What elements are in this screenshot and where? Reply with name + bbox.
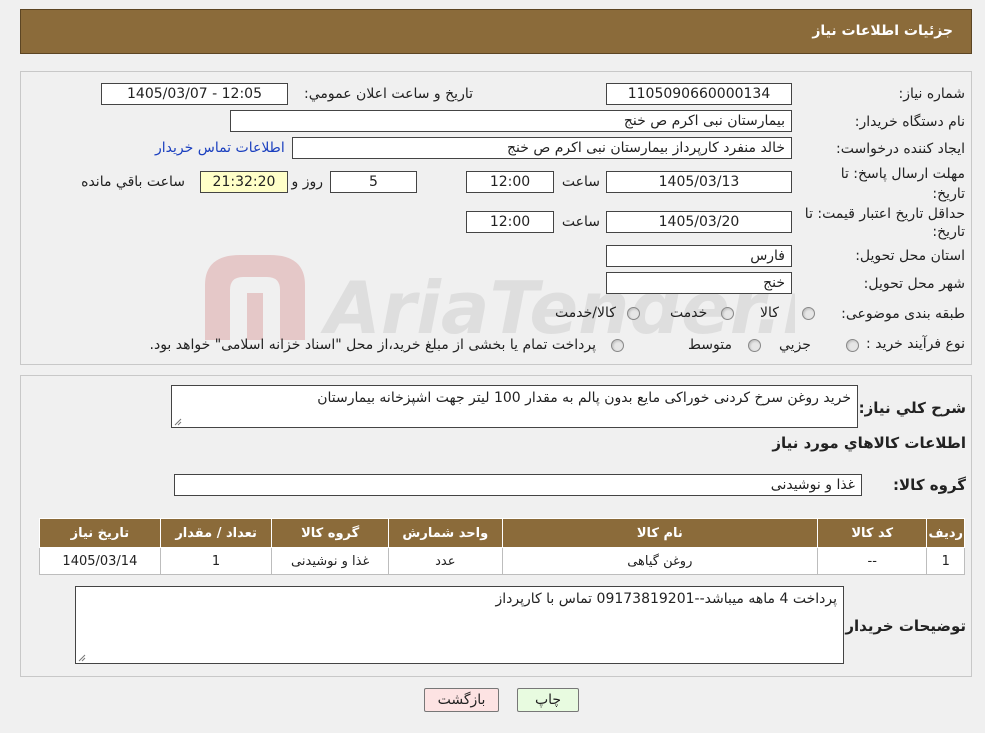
city-label: شهر محل تحويل: xyxy=(863,276,965,292)
province-label: استان محل تحويل: xyxy=(855,248,965,264)
price-validity-time-field: 12:00 xyxy=(466,211,554,233)
category-radio-service[interactable] xyxy=(721,307,734,320)
deadline-label: مهلت ارسال پاسخ: تا تاريخ: xyxy=(840,166,965,202)
cell-goods-code: -- xyxy=(816,547,928,575)
col-unit: واحد شمارش xyxy=(387,518,503,548)
buyer-notes-text: پرداخت 4 ماهه میباشد--09173819201 تماس ب… xyxy=(495,591,837,607)
requester-field: خالد منفرد کارپرداز بیمارستان نبی اکرم ص… xyxy=(292,137,792,159)
col-quantity: تعداد / مقدار xyxy=(159,518,273,548)
summary-textarea[interactable]: خرید روغن سرخ کردنی خوراکی مایع بدون پال… xyxy=(171,385,858,428)
print-button[interactable]: چاپ xyxy=(517,688,579,712)
category-label: طبقه بندی موضوعی: xyxy=(841,306,965,322)
process-radio-minor[interactable] xyxy=(846,339,859,352)
cell-goods-group: غذا و نوشیدنی xyxy=(271,547,389,575)
category-option-service: خدمت xyxy=(670,305,708,321)
treasury-payment-note: پرداخت تمام يا بخشی از مبلغ خريد،از محل … xyxy=(149,337,596,353)
category-option-goods-service: کالا/خدمت xyxy=(555,305,616,321)
col-goods-code: كد كالا xyxy=(816,518,928,548)
buyer-notes-label: توضيحات خريدار: xyxy=(839,617,966,635)
days-field: 5 xyxy=(330,171,417,193)
col-row-number: رديف xyxy=(926,518,965,548)
process-option-minor: جزيي xyxy=(779,337,811,353)
col-need-date: تاريخ نياز xyxy=(39,518,161,548)
days-label: روز و xyxy=(291,174,324,190)
cell-goods-name: روغن گیاهی xyxy=(501,547,818,575)
announce-datetime-field: 1405/03/07 - 12:05 xyxy=(101,83,288,105)
category-radio-goods-service[interactable] xyxy=(627,307,640,320)
announce-datetime-label: تاريخ و ساعت اعلان عمومي: xyxy=(304,86,473,102)
province-field: فارس xyxy=(606,245,792,267)
need-number-field: 1105090660000134 xyxy=(606,83,792,105)
col-goods-name: نام كالا xyxy=(501,518,818,548)
goods-group-field: غذا و نوشیدنی xyxy=(174,474,862,496)
cell-quantity: 1 xyxy=(159,547,273,575)
buyer-org-field: بیمارستان نبی اکرم ص خنج xyxy=(230,110,792,132)
deadline-time-field: 12:00 xyxy=(466,171,554,193)
price-validity-time-label: ساعت xyxy=(561,214,600,230)
col-goods-group: گروه كالا xyxy=(271,518,389,548)
page-title: جزئیات اطلاعات نیاز xyxy=(812,23,953,39)
cell-unit: عدد xyxy=(387,547,503,575)
remaining-time-label: ساعت باقي مانده xyxy=(81,174,185,190)
goods-group-label: گروه كالا: xyxy=(893,476,966,494)
goods-table: رديف كد كالا نام كالا واحد شمارش گروه كا… xyxy=(39,518,965,575)
cell-row-number: 1 xyxy=(926,547,965,575)
need-number-label: شماره نیاز: xyxy=(898,86,966,102)
summary-text: خرید روغن سرخ کردنی خوراکی مایع بدون پال… xyxy=(317,390,851,406)
remaining-time-field: 21:32:20 xyxy=(200,171,288,193)
buyer-contact-link[interactable]: اطلاعات تماس خريدار xyxy=(155,140,285,156)
deadline-date-field: 1405/03/13 xyxy=(606,171,792,193)
goods-table-header-row: رديف كد كالا نام كالا واحد شمارش گروه كا… xyxy=(39,518,965,548)
resize-grip-icon[interactable] xyxy=(174,418,182,426)
price-validity-date-field: 1405/03/20 xyxy=(606,211,792,233)
process-radio-medium[interactable] xyxy=(748,339,761,352)
goods-info-title: اطلاعات كالاهاي مورد نياز xyxy=(772,434,966,452)
treasury-payment-radio[interactable] xyxy=(611,339,624,352)
deadline-time-label: ساعت xyxy=(561,174,600,190)
buyer-org-label: نام دستگاه خريدار: xyxy=(854,114,965,130)
category-option-goods: کالا xyxy=(760,305,779,321)
resize-grip-icon[interactable] xyxy=(78,654,86,662)
buyer-notes-textarea[interactable]: پرداخت 4 ماهه میباشد--09173819201 تماس ب… xyxy=(75,586,844,664)
category-radio-goods[interactable] xyxy=(802,307,815,320)
requester-label: ايجاد كننده درخواست: xyxy=(836,141,965,157)
price-validity-label: حداقل تاريخ اعتبار قيمت: تا تاريخ: xyxy=(804,206,965,240)
city-field: خنج xyxy=(606,272,792,294)
process-option-medium: متوسط xyxy=(688,337,732,353)
back-button[interactable]: بازگشت xyxy=(424,688,499,712)
table-row: 1 -- روغن گیاهی عدد غذا و نوشیدنی 1 1405… xyxy=(39,547,965,575)
process-type-label: نوع فرآيند خريد : xyxy=(866,336,965,352)
page-header: جزئیات اطلاعات نیاز xyxy=(20,9,972,54)
cell-need-date: 1405/03/14 xyxy=(39,547,161,575)
summary-label: شرح كلي نياز: xyxy=(858,399,966,417)
